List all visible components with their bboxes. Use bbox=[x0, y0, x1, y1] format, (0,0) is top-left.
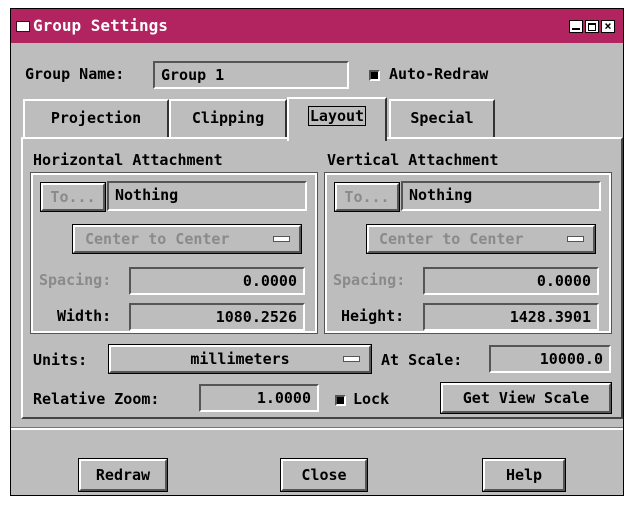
horizontal-attachment-group: To... Nothing Center to Center Spacing: … bbox=[30, 172, 318, 334]
tab-clipping-label: Clipping bbox=[191, 109, 265, 127]
width-input[interactable]: 1080.2526 bbox=[129, 303, 305, 331]
group-settings-window: Group Settings × Group Name: Group 1 Aut… bbox=[10, 8, 624, 496]
vertical-attachment-group: To... Nothing Center to Center Spacing: … bbox=[324, 172, 612, 334]
vertical-spacing-input[interactable]: 0.0000 bbox=[423, 267, 599, 295]
lock-checkbox[interactable] bbox=[335, 395, 346, 406]
tab-special[interactable]: Special bbox=[389, 99, 495, 137]
auto-redraw-checkbox[interactable] bbox=[369, 70, 380, 81]
help-button[interactable]: Help bbox=[482, 458, 566, 492]
tab-projection[interactable]: Projection bbox=[23, 99, 169, 137]
option-menu-icon bbox=[567, 236, 584, 242]
window-menu-icon[interactable] bbox=[16, 21, 30, 32]
width-label: Width: bbox=[57, 307, 112, 325]
separator bbox=[11, 427, 623, 430]
vertical-to-button[interactable]: To... bbox=[334, 182, 400, 212]
option-menu-icon bbox=[273, 236, 290, 242]
tab-projection-label: Projection bbox=[50, 109, 142, 127]
lock-label: Lock bbox=[353, 390, 390, 408]
vertical-spacing-label: Spacing: bbox=[333, 271, 406, 289]
minimize-icon[interactable] bbox=[569, 20, 583, 33]
tab-layout[interactable]: Layout bbox=[287, 97, 387, 141]
vertical-mode-label: Center to Center bbox=[379, 230, 524, 248]
vertical-attachment-heading: Vertical Attachment bbox=[327, 151, 499, 169]
height-label: Height: bbox=[341, 307, 405, 325]
tab-clipping[interactable]: Clipping bbox=[169, 99, 287, 137]
horizontal-spacing-input[interactable]: 0.0000 bbox=[129, 267, 305, 295]
get-view-scale-button[interactable]: Get View Scale bbox=[440, 382, 612, 414]
units-value: millimeters bbox=[190, 350, 290, 368]
horizontal-mode-label: Center to Center bbox=[85, 230, 230, 248]
horizontal-attached-to-field: Nothing bbox=[107, 181, 307, 211]
units-dropdown[interactable]: millimeters bbox=[108, 344, 372, 374]
maximize-icon[interactable] bbox=[585, 20, 599, 33]
close-icon[interactable]: × bbox=[601, 20, 615, 33]
vertical-attached-to-field: Nothing bbox=[401, 181, 601, 211]
title-bar[interactable]: Group Settings × bbox=[11, 9, 623, 43]
close-button[interactable]: Close bbox=[280, 458, 368, 492]
vertical-mode-dropdown[interactable]: Center to Center bbox=[366, 224, 596, 254]
relative-zoom-input[interactable]: 1.0000 bbox=[199, 384, 319, 412]
height-input[interactable]: 1428.3901 bbox=[423, 303, 599, 331]
horizontal-spacing-label: Spacing: bbox=[39, 271, 112, 289]
auto-redraw-label: Auto-Redraw bbox=[389, 65, 489, 83]
option-menu-icon bbox=[343, 356, 360, 362]
tab-layout-label: Layout bbox=[307, 106, 367, 126]
horizontal-to-button[interactable]: To... bbox=[40, 182, 106, 212]
horizontal-attachment-heading: Horizontal Attachment bbox=[33, 151, 223, 169]
tab-special-label: Special bbox=[410, 109, 474, 127]
at-scale-input[interactable]: 10000.0 bbox=[489, 345, 611, 373]
group-name-label: Group Name: bbox=[25, 65, 125, 83]
redraw-button[interactable]: Redraw bbox=[78, 458, 168, 492]
window-title: Group Settings bbox=[33, 16, 168, 35]
horizontal-mode-dropdown[interactable]: Center to Center bbox=[72, 224, 302, 254]
relative-zoom-label: Relative Zoom: bbox=[33, 390, 160, 408]
at-scale-label: At Scale: bbox=[381, 351, 463, 369]
units-label: Units: bbox=[33, 351, 88, 369]
group-name-input[interactable]: Group 1 bbox=[153, 61, 349, 89]
